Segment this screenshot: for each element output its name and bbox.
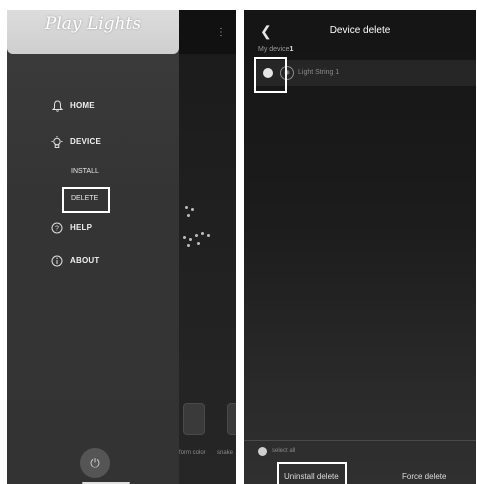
nav-device[interactable]: DEVICE	[70, 137, 101, 146]
light-dot	[195, 234, 198, 237]
mode-tile-form-color[interactable]	[183, 403, 205, 435]
info-icon	[50, 254, 64, 268]
light-dot	[183, 236, 186, 239]
page-title: Device delete	[329, 25, 391, 36]
radio-highlight-box	[254, 57, 287, 93]
nav-help-label: HELP	[70, 223, 93, 232]
light-dot	[187, 244, 190, 247]
bulb-icon	[50, 135, 64, 149]
light-dot	[201, 232, 204, 235]
nav-install[interactable]: INSTALL	[71, 168, 99, 175]
nav-home[interactable]: HOME	[70, 101, 95, 110]
uninstall-delete-button[interactable]: Uninstall delete	[284, 472, 339, 481]
light-dot	[185, 206, 188, 209]
nav-device-label: DEVICE	[70, 137, 101, 146]
force-delete-button[interactable]: Force delete	[402, 472, 446, 481]
nav-about-label: ABOUT	[70, 256, 100, 265]
my-device-section-label: My device1	[258, 46, 293, 53]
tile-label-snake: snake	[217, 450, 234, 456]
nav-about[interactable]: ABOUT	[70, 256, 99, 265]
more-vertical-icon[interactable]: ⋮	[216, 28, 226, 38]
left-phone-screen: ⋮ form color snake Play Lights HOME DEVI…	[7, 10, 236, 484]
app-logo: Play Lights	[44, 14, 142, 34]
light-dot	[197, 242, 200, 245]
light-dot	[191, 208, 194, 211]
svg-text:?: ?	[55, 226, 59, 233]
nav-home-label: HOME	[70, 101, 95, 110]
device-count: 1	[289, 46, 294, 53]
nav-help[interactable]: HELP	[70, 223, 92, 232]
bottom-divider	[244, 440, 476, 441]
section-prefix: My device	[258, 46, 290, 53]
mode-tile-snake[interactable]	[227, 403, 236, 435]
bell-icon	[50, 99, 64, 113]
drawer-header: Play Lights	[7, 10, 179, 54]
nav-delete[interactable]: DELETE	[71, 195, 98, 202]
background-top-bar	[179, 10, 236, 54]
power-icon: ⏻	[90, 455, 100, 470]
select-all-radio[interactable]	[258, 447, 267, 456]
light-dot	[187, 214, 190, 217]
question-icon: ?	[50, 221, 64, 235]
right-phone-screen: ❮ Device delete My device1 ✺ Light Strin…	[244, 10, 476, 484]
light-dot	[207, 234, 210, 237]
power-button[interactable]: ⏻	[80, 448, 110, 478]
select-all-label: select all	[272, 448, 296, 454]
navigation-drawer: Play Lights HOME DEVICE INSTALL DELETE ?…	[7, 10, 179, 484]
light-dot	[189, 238, 192, 241]
tile-label-form-color: form color	[179, 450, 206, 456]
device-list-item[interactable]: ✺ Light String 1	[256, 60, 476, 86]
background-app-view: ⋮ form color snake	[179, 10, 236, 484]
device-name: Light String 1	[298, 69, 340, 76]
